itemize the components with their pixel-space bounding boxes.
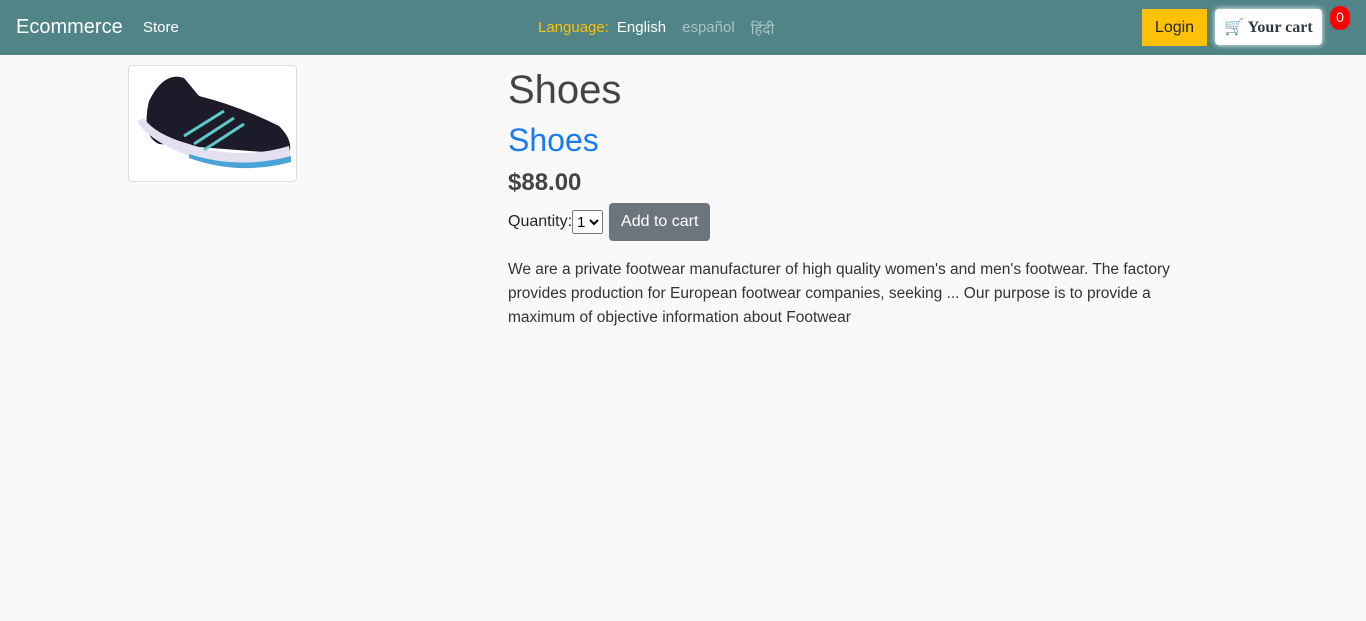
language-spanish[interactable]: español <box>682 19 735 39</box>
product-description: We are a private footwear manufacturer o… <box>508 261 1170 326</box>
brand-link[interactable]: Ecommerce <box>16 16 123 39</box>
product-name: Shoes <box>508 122 599 158</box>
language-english[interactable]: English <box>617 19 666 39</box>
language-hindi[interactable]: हिंदी <box>751 19 775 39</box>
cart-icon: 🛒 <box>1224 19 1245 36</box>
quantity-label: Quantity: <box>508 213 573 230</box>
quantity-row: Quantity: 1 Add to cart <box>508 203 711 241</box>
language-label: Language: <box>538 19 609 36</box>
language-switcher: Language: English español हिंदी <box>538 19 782 39</box>
product-image <box>128 65 297 182</box>
product-title: Shoes <box>508 68 622 112</box>
product-price: $88.00 <box>508 169 582 196</box>
add-to-cart-button[interactable]: Add to cart <box>609 203 711 241</box>
store-link[interactable]: Store <box>143 19 179 36</box>
login-button[interactable]: Login <box>1142 9 1207 46</box>
cart-label: Your cart <box>1247 19 1313 36</box>
cart-count-badge: 0 <box>1330 6 1350 30</box>
navbar: Ecommerce Store Language: English españo… <box>0 0 1366 55</box>
cart-button[interactable]: 🛒 Your cart <box>1215 9 1322 45</box>
quantity-select[interactable]: 1 <box>572 210 604 234</box>
shoe-icon <box>137 76 291 169</box>
